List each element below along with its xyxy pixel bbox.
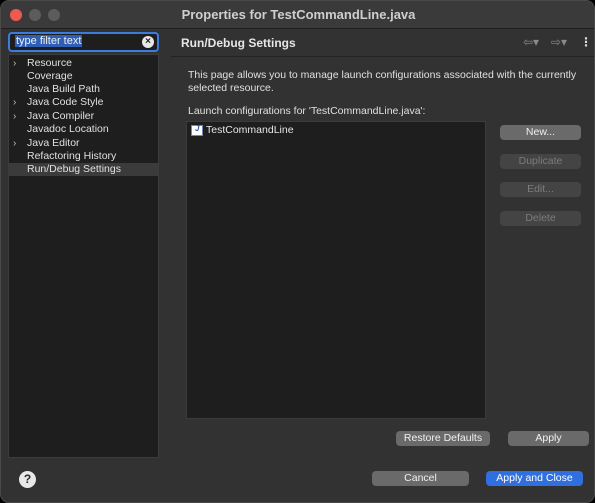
- page-title: Run/Debug Settings: [181, 36, 296, 50]
- apply-button[interactable]: Apply: [508, 431, 589, 446]
- tree-item-java-build-path[interactable]: Java Build Path: [9, 83, 158, 96]
- cancel-button[interactable]: Cancel: [372, 471, 469, 486]
- chevron-right-icon[interactable]: ›: [13, 110, 23, 123]
- more-menu-icon[interactable]: ⋮: [580, 35, 592, 49]
- chevron-right-icon[interactable]: ›: [13, 96, 23, 109]
- delete-button[interactable]: Delete: [500, 211, 581, 226]
- java-file-icon: [191, 124, 203, 136]
- page-header: Run/Debug Settings ⇦▾ ⇨▾ ⋮: [171, 30, 594, 57]
- forward-arrow-icon[interactable]: ⇨▾: [551, 35, 567, 49]
- tree-item-resource[interactable]: › Resource: [9, 57, 158, 70]
- properties-dialog: Properties for TestCommandLine.java type…: [0, 0, 595, 503]
- tree-item-run-debug-settings[interactable]: Run/Debug Settings: [9, 163, 158, 176]
- chevron-right-icon[interactable]: ›: [13, 57, 23, 70]
- tree-item-refactoring-history[interactable]: Refactoring History: [9, 150, 158, 163]
- clear-icon[interactable]: ×: [142, 36, 154, 48]
- back-arrow-icon[interactable]: ⇦▾: [523, 35, 539, 49]
- chevron-right-icon[interactable]: ›: [13, 137, 23, 150]
- tree-item-java-code-style[interactable]: › Java Code Style: [9, 96, 158, 109]
- launch-configurations-label: Launch configurations for 'TestCommandLi…: [188, 105, 426, 117]
- restore-defaults-button[interactable]: Restore Defaults: [396, 431, 490, 446]
- settings-page: Run/Debug Settings ⇦▾ ⇨▾ ⋮ This page all…: [171, 30, 594, 458]
- title-bar: Properties for TestCommandLine.java: [1, 1, 594, 29]
- launch-configurations-list[interactable]: TestCommandLine: [186, 121, 486, 419]
- help-icon[interactable]: ?: [19, 471, 36, 488]
- tree-item-javadoc-location[interactable]: Javadoc Location: [9, 123, 158, 136]
- filter-input[interactable]: type filter text ×: [8, 32, 159, 52]
- duplicate-button[interactable]: Duplicate: [500, 154, 581, 169]
- filter-input-text[interactable]: type filter text: [15, 35, 83, 47]
- apply-and-close-button[interactable]: Apply and Close: [486, 471, 583, 486]
- left-panel: type filter text × › Resource Coverage Ja…: [8, 32, 159, 458]
- tree-item-java-editor[interactable]: › Java Editor: [9, 137, 158, 150]
- tree-item-java-compiler[interactable]: › Java Compiler: [9, 110, 158, 123]
- window-title: Properties for TestCommandLine.java: [181, 7, 416, 22]
- edit-button[interactable]: Edit...: [500, 182, 581, 197]
- tree-item-coverage[interactable]: Coverage: [9, 70, 158, 83]
- page-description: This page allows you to manage launch co…: [188, 69, 577, 94]
- new-button[interactable]: New...: [500, 125, 581, 140]
- property-tree: › Resource Coverage Java Build Path › Java…: [8, 54, 159, 458]
